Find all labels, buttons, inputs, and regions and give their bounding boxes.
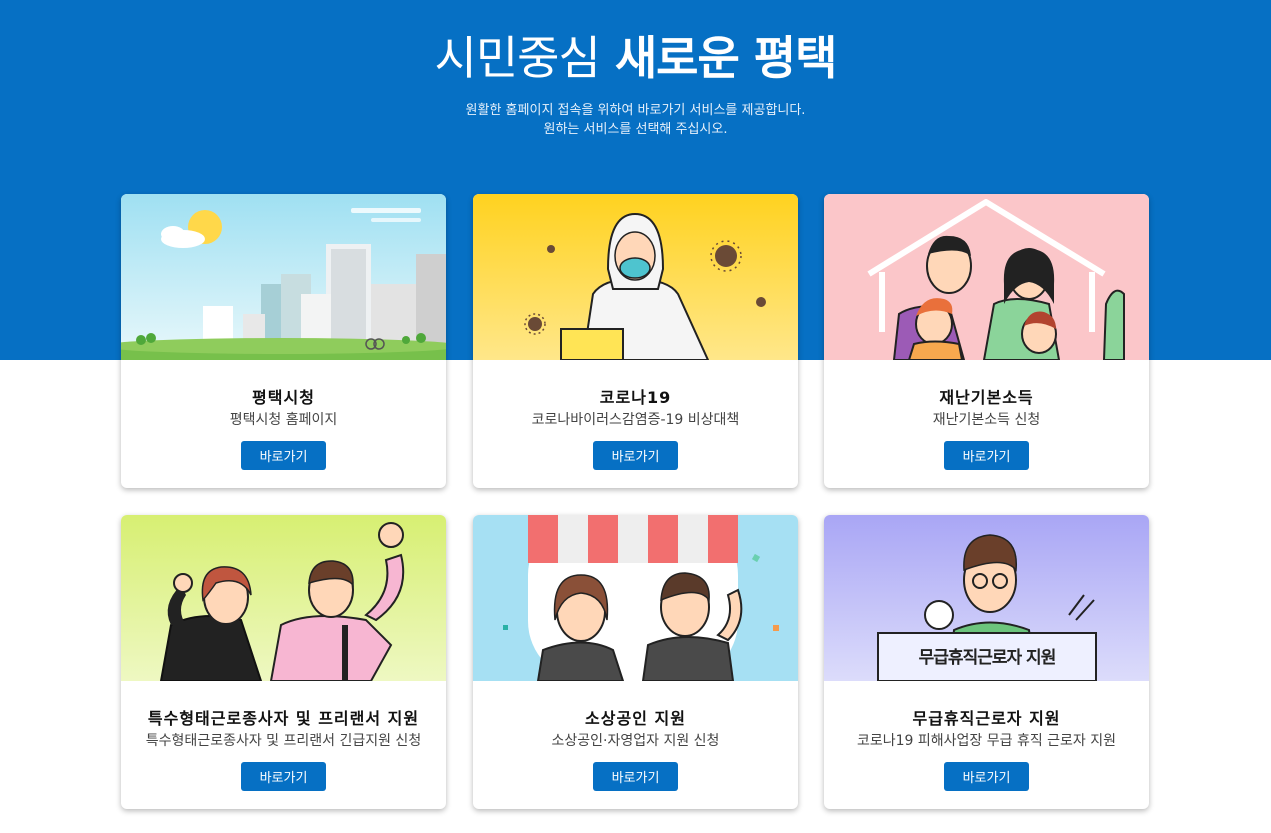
subtitle-line-2: 원하는 서비스를 선택해 주십시오. <box>543 122 728 137</box>
card-title: 평택시청 <box>252 388 315 407</box>
go-button[interactable]: 바로가기 <box>593 441 678 470</box>
go-button[interactable]: 바로가기 <box>241 441 326 470</box>
card-description: 평택시청 홈페이지 <box>229 412 338 428</box>
page-subtitle: 원활한 홈페이지 접속을 위하여 바로가기 서비스를 제공합니다. 원하는 서비… <box>0 101 1271 139</box>
cheering-workers-illustration <box>121 515 446 681</box>
card-title: 특수형태근로종사자 및 프리랜서 지원 <box>147 709 420 728</box>
card-title: 소상공인 지원 <box>585 709 686 728</box>
card-description: 코로나19 피해사업장 무급 휴직 근로자 지원 <box>856 733 1117 749</box>
page-title: 시민중심 새로운 평택 <box>0 22 1271 88</box>
protective-suit-worker-illustration <box>473 194 798 360</box>
go-button[interactable]: 바로가기 <box>593 762 678 791</box>
family-with-masks-illustration <box>824 194 1149 360</box>
go-button[interactable]: 바로가기 <box>944 762 1029 791</box>
city-skyline-illustration <box>121 194 446 360</box>
subtitle-line-1: 원활한 홈페이지 접속을 위하여 바로가기 서비스를 제공합니다. <box>465 103 806 118</box>
service-card-freelancer-support[interactable]: 특수형태근로종사자 및 프리랜서 지원 특수형태근로종사자 및 프리랜서 긴급지… <box>121 515 446 809</box>
go-button[interactable]: 바로가기 <box>241 762 326 791</box>
sign-text: 무급휴직근로자 지원 <box>918 648 1057 668</box>
worker-with-sign-illustration: 무급휴직근로자 지원 <box>824 515 1149 681</box>
service-card-small-business[interactable]: 소상공인 지원 소상공인·자영업자 지원 신청 바로가기 <box>473 515 798 809</box>
service-card-unpaid-leave-support[interactable]: 무급휴직근로자 지원 무급휴직근로자 지원 코로나19 피해사업장 무급 휴직 … <box>824 515 1149 809</box>
page-title-light: 시민중심 <box>434 31 601 85</box>
service-card-covid19[interactable]: 코로나19 코로나바이러스감염증-19 비상대책 바로가기 <box>473 194 798 488</box>
go-button[interactable]: 바로가기 <box>944 441 1029 470</box>
card-description: 소상공인·자영업자 지원 신청 <box>551 733 720 749</box>
shop-owners-illustration <box>473 515 798 681</box>
service-card-city-hall[interactable]: 평택시청 평택시청 홈페이지 바로가기 <box>121 194 446 488</box>
card-title: 재난기본소득 <box>939 388 1034 407</box>
service-card-disaster-income[interactable]: 재난기본소득 재난기본소득 신청 바로가기 <box>824 194 1149 488</box>
page-title-bold: 새로운 평택 <box>614 31 838 85</box>
card-description: 코로나바이러스감염증-19 비상대책 <box>531 412 740 428</box>
card-description: 재난기본소득 신청 <box>932 412 1041 428</box>
card-description: 특수형태근로종사자 및 프리랜서 긴급지원 신청 <box>145 733 422 749</box>
card-title: 무급휴직근로자 지원 <box>912 709 1061 728</box>
card-title: 코로나19 <box>599 388 672 407</box>
